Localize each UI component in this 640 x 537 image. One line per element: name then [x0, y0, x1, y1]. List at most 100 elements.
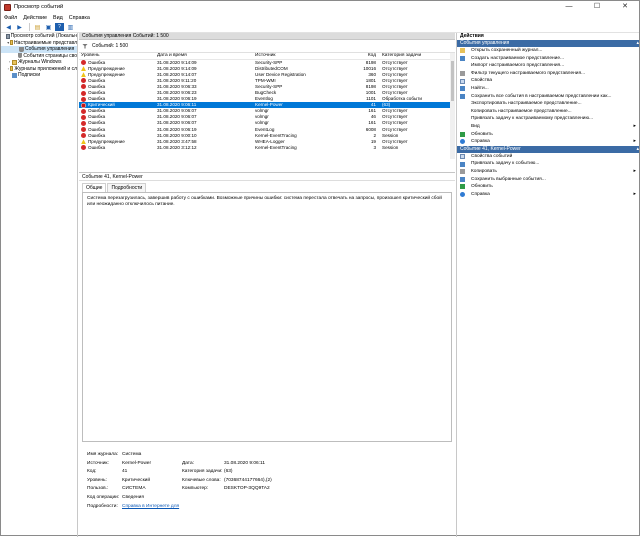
action-label: Сохранить все события в настраиваемом пр… [471, 93, 612, 99]
event-description[interactable]: Система перезагрузилась, завершив работу… [82, 192, 452, 442]
submenu-arrow-icon: ▸ [633, 122, 636, 129]
prop-value: СИСТЕМА [122, 486, 146, 492]
properties-icon[interactable]: ▣ [44, 23, 53, 31]
navigation-tree: Просмотр событий (Локальн ▾ Настраиваемые … [1, 33, 78, 537]
action-item[interactable]: Создать настраиваемое представление... [457, 55, 639, 63]
folder-icon[interactable]: ▤ [33, 23, 42, 31]
error-icon [81, 145, 86, 151]
action-label: Копировать [471, 168, 497, 174]
green-icon [460, 131, 465, 137]
actions-pane: Действия События управления ▴ Открыть сох… [456, 33, 639, 537]
cell-event-id: 3 [373, 144, 376, 150]
action-item[interactable]: Сохранить все события в настраиваемом пр… [457, 93, 639, 101]
actions-section-view[interactable]: События управления ▴ [457, 40, 639, 47]
action-label: Обновить [471, 131, 493, 137]
blank-icon [460, 109, 465, 114]
menu-view[interactable]: Вид [53, 15, 63, 21]
prop-value: Критический [122, 477, 151, 483]
action-item[interactable]: Обновить [457, 131, 639, 139]
events-scrollbar[interactable] [450, 53, 455, 159]
action-item[interactable]: Копировать настраиваемое представление..… [457, 108, 639, 116]
action-item[interactable]: Копировать ▸ [457, 168, 639, 176]
back-arrow-icon[interactable]: ◀ [4, 23, 13, 31]
toolbar-separator [29, 23, 30, 31]
action-item[interactable]: Сохранить выбранные события... [457, 176, 639, 184]
section-label: События управления [460, 40, 510, 46]
prop-value: DESKTOP-3QQ9TA2 [224, 486, 270, 492]
column-event-id[interactable]: Код события [349, 53, 379, 59]
action-item[interactable]: Свойства событий [457, 153, 639, 161]
green-icon [460, 184, 465, 190]
action-label: Экспортировать настраиваемое представлен… [471, 101, 582, 107]
maximize-button[interactable]: ☐ [583, 1, 611, 13]
action-label: Обновить [471, 184, 493, 190]
filter-icon [19, 46, 24, 52]
action-item[interactable]: Вид ▸ [457, 123, 639, 131]
error-icon [81, 96, 86, 102]
actions-section-event[interactable]: Событие 41, Kernel-Power ▴ [457, 145, 639, 153]
prop-value: Система [122, 452, 142, 457]
menu-help[interactable]: Справка [69, 15, 90, 21]
blank-icon [460, 117, 465, 122]
folder-icon [460, 48, 465, 54]
menu-action[interactable]: Действие [23, 15, 47, 21]
action-item[interactable]: Привязать задачу к настраиваемому предст… [457, 115, 639, 123]
action-item[interactable]: Привязать задачу к событию... [457, 160, 639, 168]
collapse-icon[interactable]: ▴ [636, 40, 639, 47]
action-label: Справка [471, 191, 490, 197]
toolbar: ◀ ▶ ▤ ▣ ? ▥ [1, 22, 639, 33]
window-title: Просмотр событий [14, 4, 64, 10]
help-icon[interactable]: ? [55, 23, 64, 31]
error-icon [81, 108, 86, 114]
prop-label: Источник: [87, 460, 109, 466]
blue-icon [460, 176, 465, 182]
blue-icon [460, 86, 465, 92]
grey-icon [460, 71, 465, 77]
column-task-category[interactable]: Категория задачи [379, 53, 434, 59]
prop-label: Пользов.: [87, 486, 109, 492]
action-item[interactable]: Фильтр текущего настраиваемого представл… [457, 70, 639, 78]
menu-file[interactable]: Файл [4, 15, 17, 21]
warning-icon [81, 139, 86, 145]
close-button[interactable]: ✕ [611, 1, 639, 13]
event-detail-pane: Событие 41, Kernel-Power Общие Подробнос… [79, 172, 455, 537]
action-item[interactable]: Справка ▸ [457, 191, 639, 199]
forward-arrow-icon[interactable]: ▶ [15, 23, 24, 31]
blank-icon [460, 63, 465, 68]
action-label: Найти... [471, 85, 489, 91]
minimize-button[interactable]: — [555, 1, 583, 13]
event-viewer-window: Просмотр событий — ☐ ✕ Файл Действие Вид… [0, 0, 640, 537]
action-item[interactable]: Найти... [457, 85, 639, 93]
online-help-link[interactable]: Справка в Интернете для [122, 503, 242, 512]
submenu-arrow-icon: ▸ [633, 167, 636, 174]
prop-value: Kernel-Power [122, 460, 152, 466]
critical-icon [81, 102, 86, 108]
table-row[interactable]: Ошибка 31.08.2020 3:12:12 Kernel-EventTrac… [79, 145, 455, 151]
tab-general[interactable]: Общие [82, 183, 107, 192]
submenu-arrow-icon: ▸ [633, 138, 636, 145]
folder-icon [12, 59, 17, 65]
column-level[interactable]: Уровень [79, 53, 157, 59]
events-pane: События управления Событий: 1 500 Событи… [79, 33, 455, 537]
event-detail-header: Событие 41, Kernel-Power [79, 173, 455, 181]
prop-value: Сведения [122, 494, 144, 500]
action-item[interactable]: Открыть сохраненный журнал... [457, 47, 639, 55]
action-item[interactable]: Импорт настраиваемого представления... [457, 62, 639, 70]
show-hide-pane-icon[interactable]: ▥ [66, 23, 75, 31]
tree-item[interactable]: Подписки [1, 72, 77, 79]
column-datetime[interactable]: Дата и время [157, 53, 255, 59]
help-icon [460, 139, 465, 145]
actions-title: Действия [460, 33, 484, 39]
column-source[interactable]: Источник [255, 53, 349, 59]
action-item[interactable]: Экспортировать настраиваемое представлен… [457, 100, 639, 108]
prop-label: Категория задачи: [182, 469, 223, 475]
collapse-icon[interactable]: ▴ [636, 146, 639, 153]
tab-details[interactable]: Подробности [107, 183, 147, 192]
prop-value: (70368744177664),(2) [224, 477, 272, 483]
action-item[interactable]: Справка ▸ [457, 138, 639, 146]
action-item[interactable]: Свойства [457, 77, 639, 85]
action-item[interactable]: Обновить [457, 183, 639, 191]
folder-icon [9, 40, 14, 46]
error-icon [81, 127, 86, 133]
event-viewer-app-icon [4, 3, 11, 11]
